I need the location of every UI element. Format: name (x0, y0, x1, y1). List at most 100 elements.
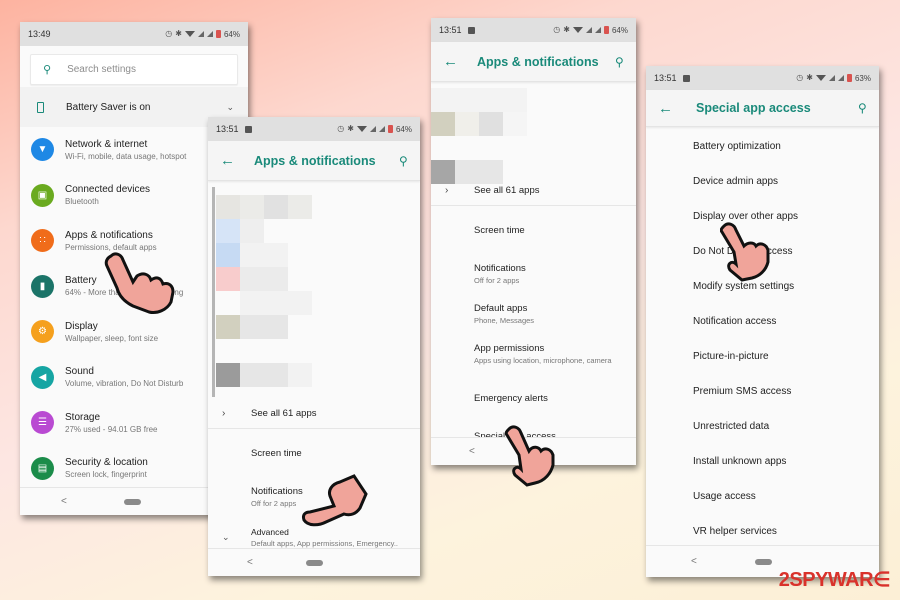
settings-item-title: Apps & notifications (65, 229, 153, 241)
special-access-item[interactable]: Usage access (646, 479, 879, 514)
list-item[interactable]: Notifications Off for 2 apps (208, 477, 420, 517)
alarm-icon: ◷ (553, 25, 561, 34)
nav-back-button[interactable]: < (691, 556, 697, 567)
special-access-item[interactable]: VR helper services (646, 514, 879, 549)
list-item[interactable]: Default apps Phone, Messages (431, 294, 636, 334)
list-item-subtitle: Apps using location, microphone, camera (474, 356, 612, 365)
search-settings-input[interactable]: ⚲ Search settings (30, 54, 238, 85)
signal-icon-2 (378, 126, 385, 132)
list-item[interactable]: App permissions Apps using location, micr… (431, 334, 636, 374)
battery-icon: ▮ (31, 274, 54, 298)
nav-home-button[interactable] (306, 559, 323, 566)
settings-item-title: Storage (65, 411, 101, 423)
battery-percent: 64% (223, 29, 240, 39)
wifi-icon: ▼ (31, 138, 54, 162)
status-bar: 13:51 ◷ ✱ 63% (646, 66, 879, 90)
alarm-icon: ◷ (796, 73, 804, 82)
watermark-glyph: ∈ (873, 569, 890, 591)
chevron-down-icon: ⌄ (222, 531, 230, 542)
alarm-icon: ◷ (337, 124, 345, 133)
chevron-right-icon: › (222, 408, 226, 419)
signal-icon (585, 27, 592, 33)
special-access-item[interactable]: Picture-in-picture (646, 339, 879, 374)
status-bar: 13:51 ◷ ✱ 64% (431, 18, 636, 42)
search-icon[interactable]: ⚲ (399, 154, 408, 168)
battery-percent: 64% (611, 25, 628, 35)
settings-item-subtitle: 27% used - 94.01 GB free (65, 424, 158, 434)
apps-notifications-scrolled-screen: 13:51 ◷ ✱ 64% ← Apps & notifications ⚲ ›… (431, 18, 636, 465)
status-time: 13:51 (654, 73, 677, 83)
list-item[interactable]: Emergency alerts (431, 374, 636, 422)
navigation-bar: < (208, 548, 420, 576)
special-access-item[interactable]: Device admin apps (646, 164, 879, 199)
chevron-down-icon[interactable]: ⌄ (226, 102, 234, 113)
list-item[interactable]: Screen time (431, 206, 636, 254)
settings-item-title: Sound (65, 366, 94, 378)
list-item-title: Screen time (474, 224, 525, 236)
battery-percent: 64% (395, 124, 412, 134)
bluetooth-icon: ✱ (175, 29, 182, 38)
nav-home-button[interactable] (124, 498, 141, 505)
see-all-apps-label: See all 61 apps (251, 408, 317, 419)
settings-item-subtitle: Permissions, default apps (65, 242, 157, 252)
nav-back-button[interactable]: < (469, 446, 475, 457)
list-item-title: Notifications (251, 486, 303, 497)
wifi-status-icon (356, 126, 367, 132)
special-access-item[interactable]: Unrestricted data (646, 409, 879, 444)
page-title: Apps & notifications (254, 153, 376, 168)
nav-back-button[interactable]: < (61, 496, 67, 507)
back-arrow-icon[interactable]: ← (658, 100, 694, 117)
settings-item-title: Battery (65, 275, 97, 287)
settings-item-title: Display (65, 320, 98, 332)
storage-icon: ☰ (31, 411, 54, 435)
devices-icon: ▣ (31, 183, 54, 207)
search-icon[interactable]: ⚲ (615, 55, 624, 69)
recent-apps-list-blurred (431, 82, 636, 184)
bluetooth-icon: ✱ (806, 73, 813, 82)
wifi-status-icon (815, 75, 826, 81)
list-item-title: App permissions (474, 343, 545, 354)
list-item-subtitle: Off for 2 apps (474, 276, 520, 285)
advanced-title: Advanced (251, 526, 289, 537)
settings-item-subtitle: Volume, vibration, Do Not Disturb (65, 379, 184, 389)
nav-back-button[interactable]: < (247, 557, 253, 568)
settings-item-subtitle: Wallpaper, sleep, font size (65, 333, 159, 343)
volume-icon: ◀ (31, 365, 54, 389)
search-icon[interactable]: ⚲ (858, 101, 867, 115)
special-access-item[interactable]: Install unknown apps (646, 444, 879, 479)
back-arrow-icon[interactable]: ← (443, 53, 475, 70)
watermark-text: 2SPYWAR (778, 569, 874, 591)
special-access-item[interactable]: Battery optimization (646, 129, 879, 164)
list-item-title: Notifications (474, 263, 526, 274)
back-arrow-icon[interactable]: ← (220, 152, 252, 169)
recent-apps-list-blurred (208, 181, 420, 399)
wifi-status-icon (184, 31, 195, 37)
apps-notifications-screen: 13:51 ◷ ✱ 64% ← Apps & notifications ⚲ ›… (208, 117, 420, 576)
status-time: 13:51 (216, 124, 239, 134)
app-bar: ← Apps & notifications ⚲ (431, 42, 636, 82)
nav-home-button[interactable] (755, 558, 772, 565)
special-access-item[interactable]: Display over other apps (646, 199, 879, 234)
signal-icon (197, 31, 204, 37)
list-item[interactable]: Screen time (208, 429, 420, 477)
signal-icon-2 (206, 31, 213, 37)
app-bar: ← Special app access ⚲ (646, 90, 879, 127)
scrollbar[interactable] (212, 187, 215, 397)
see-all-apps-link[interactable]: › See all 61 apps (208, 399, 420, 429)
alarm-icon: ◷ (165, 29, 173, 38)
see-all-apps-label: See all 61 apps (474, 185, 540, 196)
special-access-item[interactable]: Do Not Disturb access (646, 234, 879, 269)
special-access-item[interactable]: Modify system settings (646, 269, 879, 304)
list-item-title: Screen time (251, 447, 302, 459)
battery-percent: 63% (854, 73, 871, 83)
settings-item-title: Connected devices (65, 184, 151, 196)
signal-icon (828, 75, 835, 81)
special-access-item[interactable]: Notification access (646, 304, 879, 339)
app-bar: ← Apps & notifications ⚲ (208, 141, 420, 181)
special-access-item[interactable]: Premium SMS access (646, 374, 879, 409)
list-item[interactable]: Notifications Off for 2 apps (431, 254, 636, 294)
list-item-title: Emergency alerts (474, 392, 548, 404)
settings-item-title: Security & location (65, 457, 148, 469)
signal-icon-2 (594, 27, 601, 33)
status-time: 13:49 (28, 29, 51, 39)
